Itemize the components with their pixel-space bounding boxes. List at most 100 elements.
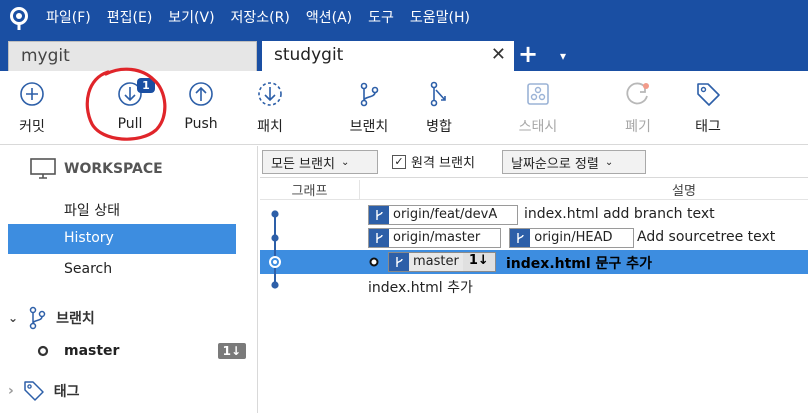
tag-text: origin/feat/devA: [393, 207, 498, 222]
tab-list-chevron-icon[interactable]: ▾: [560, 49, 566, 63]
commit-plus-icon: [20, 82, 44, 106]
head-marker-icon: [369, 257, 379, 267]
remote-branch-tag: origin/master: [368, 228, 502, 248]
tag-label: 태그: [695, 119, 721, 135]
new-tab-plus-icon[interactable]: +: [518, 40, 538, 68]
commit-message: Add sourcetree text: [637, 229, 776, 245]
menu-actions[interactable]: 액션(A): [298, 0, 360, 37]
commit-label: 커밋: [19, 119, 45, 135]
tag-text: master: [413, 254, 459, 269]
history-column-headers: 그래프 설명: [260, 178, 808, 200]
fetch-label: 패치: [257, 119, 283, 135]
graph-node: [271, 210, 279, 218]
remote-head-tag: origin/HEAD: [509, 228, 634, 248]
monitor-icon: [30, 158, 56, 179]
sidebar-item-label: 파일 상태: [64, 203, 120, 219]
graph-node: [273, 260, 277, 264]
remote-branch-tag: origin/feat/devA: [368, 205, 519, 225]
graph-column-header[interactable]: 그래프: [260, 180, 360, 200]
tags-label: 태그: [53, 384, 80, 400]
checkbox-check-icon: ✓: [392, 154, 406, 169]
stash-label: 스태시: [518, 119, 558, 135]
pull-button[interactable]: 1 Pull: [100, 78, 160, 132]
discard-undo-icon: [626, 82, 649, 105]
workspace-header: WORKSPACE: [30, 158, 163, 180]
fetch-button[interactable]: 패치: [240, 79, 300, 136]
branch-label: 브랜치: [349, 119, 389, 135]
fetch-dashed-arrow-icon: [258, 82, 282, 106]
close-tab-icon[interactable]: ✕: [491, 44, 506, 65]
stash-button[interactable]: 스태시: [508, 79, 568, 136]
discard-button[interactable]: 폐기: [608, 79, 668, 136]
menubar: 파일(F) 편집(E) 보기(V) 저장소(R) 액션(A) 도구 도움말(H): [0, 0, 808, 37]
commit-button[interactable]: 커밋: [2, 79, 62, 136]
push-up-arrow-icon: [189, 82, 213, 106]
sidebar-item-file-status[interactable]: 파일 상태: [8, 194, 236, 224]
menu-help[interactable]: 도움말(H): [402, 0, 478, 37]
graph-node: [271, 281, 279, 289]
branch-icon: [369, 206, 389, 224]
sort-dropdown[interactable]: 날짜순으로 정렬 ⌄: [502, 150, 646, 174]
merge-button[interactable]: 병합: [409, 79, 469, 136]
branches-label: 브랜치: [56, 311, 95, 327]
tag-text: origin/master: [393, 230, 481, 245]
menu-tools[interactable]: 도구: [360, 0, 402, 37]
tag-text: origin/HEAD: [534, 230, 613, 245]
branch-filter-dropdown[interactable]: 모든 브랜치 ⌄: [262, 150, 378, 174]
tab-studygit[interactable]: studygit ✕: [262, 41, 514, 71]
tags-section-header[interactable]: › 태그: [8, 379, 80, 403]
branch-icon: [29, 306, 46, 330]
tag-icon: [697, 83, 720, 106]
sidebar-item-search[interactable]: Search: [8, 255, 236, 285]
menu-view[interactable]: 보기(V): [160, 0, 222, 37]
chevron-down-icon: ⌄: [8, 311, 19, 325]
tag-button[interactable]: 태그: [678, 79, 738, 136]
graph-node: [271, 234, 279, 242]
tab-label: studygit: [274, 45, 344, 65]
chevron-down-icon: ⌄: [604, 156, 614, 168]
behind-count: 1↓: [462, 253, 495, 271]
current-branch-ring-icon: [37, 345, 49, 357]
menu-file[interactable]: 파일(F): [38, 0, 99, 37]
remote-branches-checkbox[interactable]: ✓ 원격 브랜치: [392, 152, 475, 171]
sourcetree-logo-icon: [0, 0, 38, 37]
branch-item-master[interactable]: master 1↓: [36, 343, 246, 359]
tab-mygit[interactable]: mygit: [8, 41, 257, 71]
branch-icon: [510, 229, 531, 247]
chevron-down-icon: ⌄: [340, 156, 350, 168]
branch-name: master: [64, 343, 120, 359]
branch-behind-count: 1↓: [217, 343, 246, 359]
commit-row[interactable]: origin/feat/devA index.html add branch t…: [260, 203, 808, 227]
workspace-label: WORKSPACE: [64, 161, 163, 177]
menu-edit[interactable]: 편집(E): [99, 0, 161, 37]
merge-label: 병합: [426, 119, 452, 135]
push-label: Push: [184, 116, 218, 132]
commit-message: index.html 추가: [368, 280, 473, 296]
branch-button[interactable]: 브랜치: [339, 79, 399, 136]
branches-section-header[interactable]: ⌄ 브랜치: [8, 306, 95, 330]
branch-icon: [369, 229, 389, 247]
merge-icon: [430, 81, 446, 107]
sort-value: 날짜순으로 정렬: [511, 156, 599, 172]
tag-icon: [24, 381, 44, 401]
commit-list: origin/feat/devA index.html add branch t…: [260, 201, 808, 413]
tab-bar: mygit studygit ✕ + ▾: [0, 37, 808, 71]
toolbar: 커밋 1 Pull Push 패치 브랜치 병합 스태시 폐기 태그: [0, 71, 808, 145]
description-column-header[interactable]: 설명: [672, 180, 696, 199]
commit-row[interactable]: index.html 추가: [260, 274, 808, 298]
sidebar-item-label: History: [64, 230, 114, 246]
local-branch-tag: master 1↓: [388, 252, 496, 272]
pull-label: Pull: [117, 116, 143, 132]
menu-repository[interactable]: 저장소(R): [223, 0, 298, 37]
sidebar: WORKSPACE 파일 상태 History Search ⌄ 브랜치 mas…: [0, 146, 258, 413]
commit-message: index.html 문구 추가: [506, 256, 652, 272]
branch-filter-value: 모든 브랜치: [271, 156, 335, 172]
remote-branches-label: 원격 브랜치: [411, 156, 475, 171]
filter-bar: 모든 브랜치 ⌄ ✓ 원격 브랜치 날짜순으로 정렬 ⌄: [260, 146, 808, 178]
sidebar-item-history[interactable]: History: [8, 224, 236, 254]
commit-row[interactable]: origin/master origin/HEAD Add sourcetree…: [260, 226, 808, 250]
sidebar-item-label: Search: [64, 261, 113, 277]
commit-row-selected[interactable]: master 1↓ index.html 문구 추가: [260, 250, 808, 274]
stash-box-icon: [527, 83, 549, 105]
push-button[interactable]: Push: [171, 79, 231, 132]
